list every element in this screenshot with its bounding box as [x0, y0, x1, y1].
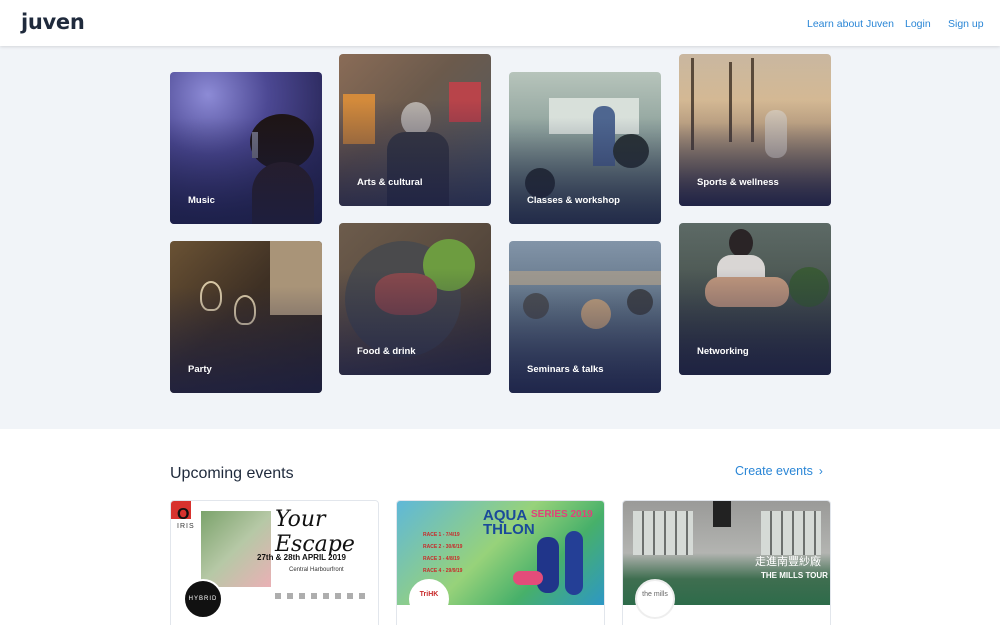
category-card-classes[interactable]: Classes & workshop — [509, 72, 661, 224]
top-navbar: juven Learn about Juven Login Sign up — [0, 0, 1000, 46]
juven-logo[interactable]: juven — [21, 10, 85, 34]
category-label: Sports & wellness — [697, 177, 779, 188]
category-label: Party — [188, 364, 212, 375]
category-section: Music Arts & cultural Classes & workshop… — [0, 46, 1000, 429]
category-card-seminars[interactable]: Seminars & talks — [509, 241, 661, 393]
category-card-party[interactable]: Party — [170, 241, 322, 393]
event-headline-2: THLON — [483, 521, 535, 538]
event-card[interactable]: O IRIS Your Escape 27th & 28th APRIL 201… — [170, 500, 379, 625]
swimmer — [513, 571, 543, 585]
signup-link[interactable]: Sign up — [948, 18, 984, 30]
sponsor-strip — [275, 593, 365, 599]
iris-logo-o: O — [177, 506, 190, 523]
chevron-right-icon: › — [818, 464, 823, 478]
brand-label: IRIS — [177, 523, 195, 530]
collage-photos — [201, 511, 271, 587]
category-card-sports[interactable]: Sports & wellness — [679, 54, 831, 206]
category-label: Music — [188, 195, 215, 206]
event-headline-series: SERIES 2019 — [531, 509, 593, 520]
category-label: Classes & workshop — [527, 195, 620, 206]
event-venue: Central Harbourfront — [289, 567, 344, 573]
event-headline-en: THE MILLS TOUR — [761, 571, 828, 580]
window-right — [761, 511, 821, 555]
category-card-music[interactable]: Music — [170, 72, 322, 224]
athlete-1 — [537, 537, 559, 593]
event-badge: TriHK — [409, 579, 449, 619]
category-label: Arts & cultural — [357, 177, 423, 188]
event-headline: Your Escape — [275, 507, 355, 557]
athlete-2 — [565, 531, 583, 595]
category-label: Seminars & talks — [527, 364, 604, 375]
create-events-link[interactable]: Create events › — [735, 464, 823, 478]
category-card-arts[interactable]: Arts & cultural — [339, 54, 491, 206]
event-card[interactable]: 走進南豐紗廠 THE MILLS TOUR the mills — [622, 500, 831, 625]
event-card[interactable]: AQUA SERIES 2019 THLON RACE 1 - 7/4/19 R… — [396, 500, 605, 625]
login-link[interactable]: Login — [905, 18, 931, 30]
event-badge: the mills — [635, 579, 675, 619]
race-list: RACE 1 - 7/4/19 RACE 2 - 30/6/19 RACE 3 … — [423, 532, 463, 574]
learn-about-link[interactable]: Learn about Juven — [807, 18, 894, 30]
create-events-label: Create events — [735, 464, 813, 478]
section-title: Upcoming events — [170, 465, 294, 482]
upcoming-events-section: Upcoming events Create events › O IRIS Yo… — [0, 429, 1000, 625]
category-label: Food & drink — [357, 346, 416, 357]
window-left — [633, 511, 693, 555]
hanging-lamp — [713, 501, 731, 527]
event-badge: HYBRID — [183, 579, 223, 619]
event-date: 27th & 28th APRIL 2019 — [257, 553, 346, 562]
event-headline-cn: 走進南豐紗廠 — [755, 555, 821, 568]
category-card-networking[interactable]: Networking — [679, 223, 831, 375]
logo-text: juven — [21, 10, 85, 34]
category-label: Networking — [697, 346, 749, 357]
category-card-food[interactable]: Food & drink — [339, 223, 491, 375]
